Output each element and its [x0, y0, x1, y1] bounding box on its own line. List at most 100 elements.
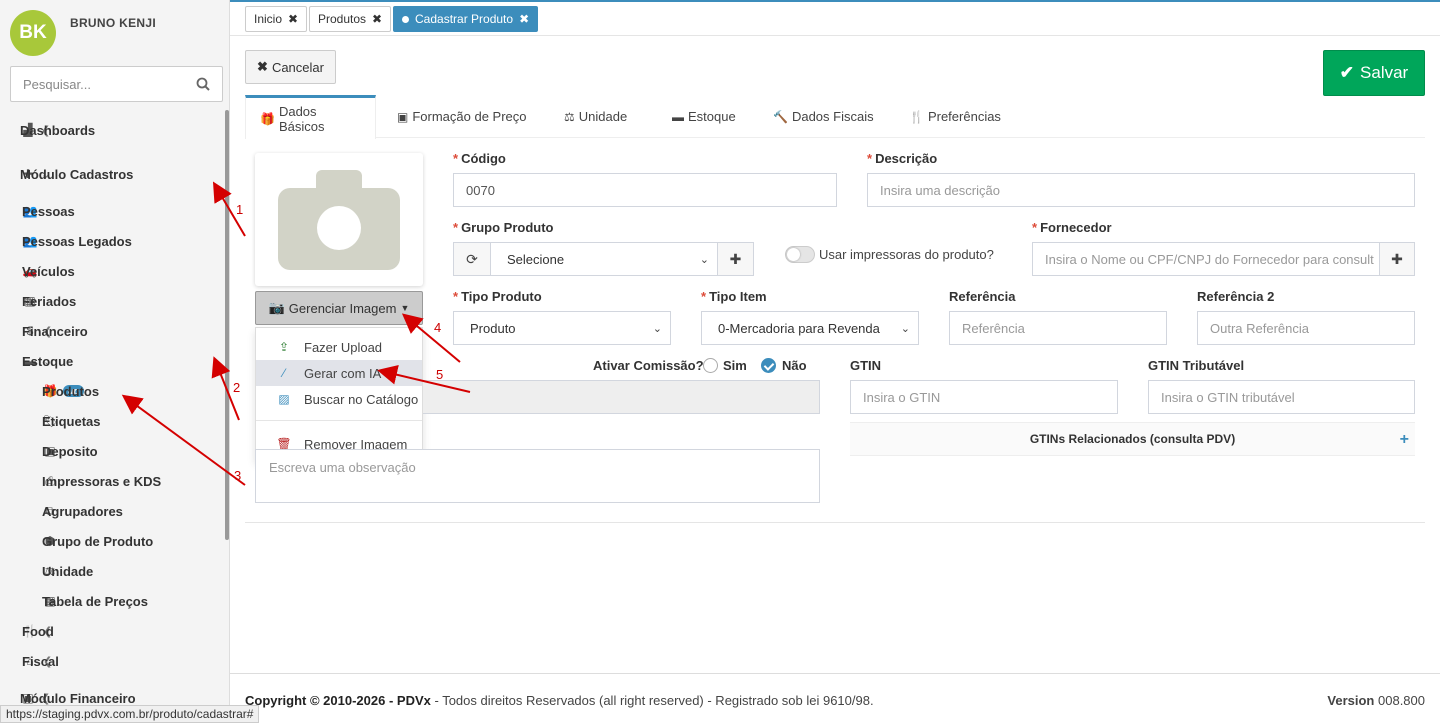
fornecedor-label: * Fornecedor: [1032, 220, 1112, 235]
gtin-trib-input[interactable]: Insira o GTIN tributável: [1148, 380, 1415, 414]
tab-cadastrar-produto[interactable]: Cadastrar Produto ✖: [393, 6, 539, 32]
tab-bar: Inicio ✖ Produtos ✖ Cadastrar Produto ✖: [230, 0, 1440, 36]
tipo-item-label: * Tipo Item: [701, 289, 767, 304]
sidebar-item-tabela-precos[interactable]: ▦ Tabela de Preços: [0, 587, 225, 615]
codigo-input[interactable]: 0070: [453, 173, 837, 207]
sidebar-item-feriados[interactable]: ▦ Feriados: [0, 287, 225, 315]
annotation-3: 3: [234, 468, 242, 483]
tab-inicio[interactable]: Inicio ✖: [245, 6, 308, 32]
referencia2-label: Referência 2: [1197, 289, 1275, 304]
comissao-nao-radio[interactable]: [761, 358, 776, 373]
tab-dados-basicos[interactable]: 🎁 Dados Básicos: [245, 95, 376, 139]
comissao-label: Ativar Comissão?: [593, 358, 704, 373]
refresh-button[interactable]: ⟳: [453, 242, 491, 276]
menu-item-upload[interactable]: ⇪ Fazer Upload: [256, 334, 422, 360]
balance-scale-icon: ⚖: [564, 109, 575, 124]
caret-down-icon: ▼: [400, 303, 410, 313]
add-group-button[interactable]: ✚: [717, 242, 754, 276]
gtin-trib-label: GTIN Tributável: [1148, 358, 1245, 373]
close-icon[interactable]: ✖: [288, 12, 298, 26]
grupo-select[interactable]: Selecione ⌄: [490, 242, 718, 276]
tipo-item-select[interactable]: 0-Mercadoria para Revenda ⌄: [701, 311, 919, 345]
upload-icon: ⇪: [278, 340, 290, 354]
annotation-4: 4: [434, 320, 442, 335]
sidebar-item-financeiro[interactable]: $ Financeiro ❮: [0, 317, 225, 345]
sidebar-item-fiscal[interactable]: ⌂ Fiscal ❮: [0, 647, 225, 675]
gavel-icon: 🔨: [773, 109, 788, 124]
cancel-button[interactable]: ✖ Cancelar: [245, 50, 336, 84]
gift-icon: 🎁: [260, 111, 275, 126]
close-icon[interactable]: ✖: [372, 12, 382, 26]
gtins-relacionados-panel[interactable]: GTINs Relacionados (consulta PDV) +: [850, 422, 1415, 456]
annotation-1: 1: [236, 202, 244, 217]
menu-item-catalog[interactable]: ▨ Buscar no Catálogo: [256, 386, 422, 412]
add-supplier-button[interactable]: ✚: [1379, 242, 1415, 276]
menu-item-generate-ai[interactable]: ⁄ Gerar com IA: [256, 360, 422, 386]
descricao-input[interactable]: Insira uma descrição: [867, 173, 1415, 207]
close-icon[interactable]: ✖: [519, 12, 529, 26]
manage-image-button[interactable]: 📷 Gerenciar Imagem ▼: [255, 291, 423, 325]
tab-produtos[interactable]: Produtos ✖: [309, 6, 392, 32]
sidebar-item-produtos[interactable]: 🎁 Produtos up: [0, 377, 225, 405]
sidebar-item-modulo-cadastros[interactable]: ✚ Módulo Cadastros ⌄: [0, 160, 225, 188]
tab-dados-fiscais[interactable]: 🔨 Dados Fiscais: [759, 95, 888, 138]
cutlery-icon: 🍴: [909, 109, 924, 124]
chevron-down-icon: ⌄: [652, 323, 662, 335]
avatar[interactable]: BK: [10, 10, 56, 56]
comissao-sim-label: Sim: [723, 358, 747, 373]
image-menu: ⇪ Fazer Upload ⁄ Gerar com IA ▨ Buscar no C…: [255, 327, 423, 461]
sidebar-item-pessoas[interactable]: 👥 Pessoas: [0, 197, 225, 225]
plus-icon: ✚: [1391, 250, 1403, 267]
sidebar-item-veiculos[interactable]: 🚗 Veículos: [0, 257, 225, 285]
rights-text: - Todos direitos Reservados (all right r…: [430, 693, 874, 708]
usar-impressoras-toggle[interactable]: [785, 246, 815, 263]
search-input[interactable]: [11, 67, 191, 101]
tab-preferencias[interactable]: 🍴 Preferências: [895, 95, 1015, 138]
fornecedor-input[interactable]: Insira o Nome ou CPF/CNPJ do Fornecedor …: [1032, 242, 1380, 276]
sidebar-item-grupo-produto[interactable]: ⬢ Grupo de Produto: [0, 527, 225, 555]
sidebar-scrollbar[interactable]: [225, 110, 229, 540]
observacao-textarea[interactable]: Escreva uma observação: [255, 449, 820, 503]
toggle-knob: [787, 248, 800, 261]
gtin-input[interactable]: Insira o GTIN: [850, 380, 1118, 414]
sidebar: BK BRUNO KENJI ▟ Dashboards ❮ ✚ Módulo C…: [0, 0, 230, 723]
sidebar-item-dashboards[interactable]: ▟ Dashboards ❮: [0, 116, 225, 144]
user-name: BRUNO KENJI: [70, 16, 156, 30]
menu-divider: [256, 420, 422, 421]
sidebar-item-deposito[interactable]: ▣ Deposito: [0, 437, 225, 465]
sidebar-item-etiquetas[interactable]: 🏷 Etiquetas: [0, 407, 225, 435]
archive-icon: ▬: [672, 109, 684, 124]
camera-icon: [278, 169, 400, 270]
divider: [245, 522, 1425, 523]
version-label: Version: [1327, 693, 1375, 708]
product-image-placeholder[interactable]: [255, 153, 423, 286]
footer: Copyright © 2010-2026 - PDVx - Todos dir…: [230, 673, 1440, 723]
sidebar-item-pessoas-legados[interactable]: 👥 Pessoas Legados: [0, 227, 225, 255]
grupo-label: * Grupo Produto: [453, 220, 554, 235]
sidebar-item-unidade[interactable]: ⚖ Unidade: [0, 557, 225, 585]
form-tabs: 🎁 Dados Básicos ▣ Formação de Preço ⚖ Unida…: [245, 95, 1425, 139]
plus-icon: ✚: [729, 250, 742, 267]
tab-unidade[interactable]: ⚖ Unidade: [550, 95, 641, 138]
magic-wand-icon: ⁄: [282, 366, 285, 380]
tab-estoque[interactable]: ▬ Estoque: [658, 95, 750, 138]
sidebar-item-impressoras[interactable]: ⎙ Impressoras e KDS: [0, 467, 225, 495]
refresh-icon: ⟳: [466, 250, 478, 267]
tipo-produto-select[interactable]: Produto ⌄: [453, 311, 671, 345]
save-button[interactable]: ✔ Salvar: [1323, 50, 1425, 96]
comissao-sim-radio[interactable]: [703, 358, 718, 373]
plus-icon[interactable]: +: [1400, 431, 1409, 449]
sidebar-item-agrupadores[interactable]: ⧉ Agrupadores: [0, 497, 225, 525]
referencia-input[interactable]: Referência: [949, 311, 1167, 345]
tipo-produto-label: * Tipo Produto: [453, 289, 542, 304]
sidebar-item-food[interactable]: 🍴 Food ❮: [0, 617, 225, 645]
search-icon[interactable]: [196, 77, 210, 91]
sidebar-item-estoque[interactable]: ▬ Estoque ⌄: [0, 347, 225, 375]
referencia2-input[interactable]: Outra Referência: [1197, 311, 1415, 345]
active-dot-icon: [402, 15, 409, 23]
annotation-2: 2: [233, 380, 241, 395]
referencia-label: Referência: [949, 289, 1016, 304]
sidebar-search: [10, 66, 223, 102]
comissao-nao-label: Não: [782, 358, 807, 373]
tab-formacao-preco[interactable]: ▣ Formação de Preço: [383, 95, 541, 138]
